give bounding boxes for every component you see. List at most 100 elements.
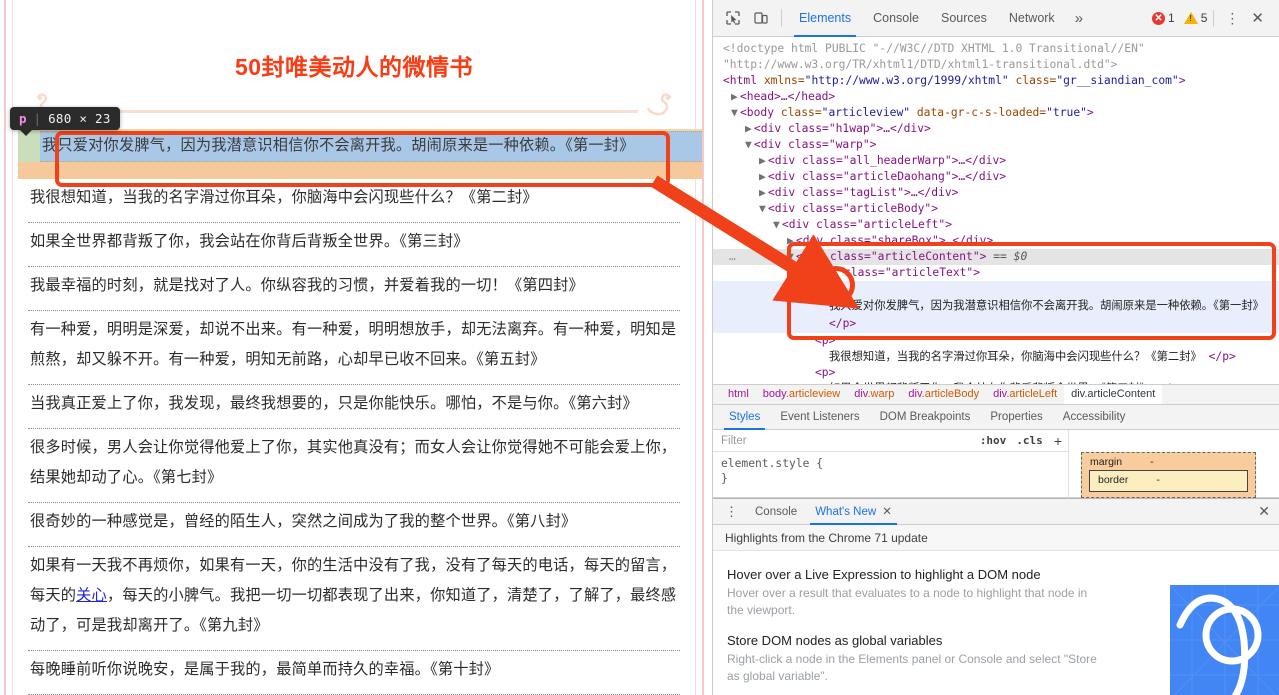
div-articlecontent-tag: <div class="articleContent"> <box>796 250 987 263</box>
p2-tag-close: </p> <box>1208 350 1236 363</box>
box-model-margin-value[interactable]: - <box>1150 456 1154 468</box>
error-count-badge[interactable]: ✕ 1 <box>1152 11 1175 25</box>
tab-elements[interactable]: Elements <box>788 0 862 37</box>
dom-node-body[interactable]: ▼ <body class="articleview" data-gr-c-s-l… <box>713 105 1279 121</box>
collapse-triangle-icon[interactable]: ▼ <box>731 105 740 121</box>
drawer-close-icon[interactable]: ✕ <box>1248 503 1279 520</box>
paragraph-text-after-link: ，每天的小脾气。我把一切一切都表现了出来，你知道了，清楚了，了解了，最终感动了，… <box>30 587 677 634</box>
drawer-kebab-menu-icon[interactable]: ⋮ <box>717 504 746 520</box>
box-model-border-value[interactable]: - <box>1156 474 1160 486</box>
dom-tree[interactable]: <!doctype html PUBLIC "-//W3C//DTD XHTML… <box>713 37 1279 384</box>
dom-node-sharebox[interactable]: ▶ <div class="shareBox">…</div> <box>713 233 1279 249</box>
expand-triangle-icon[interactable]: ▶ <box>745 121 754 137</box>
dom-node-p2-open[interactable]: <p> <box>713 333 1279 349</box>
tab-network[interactable]: Network <box>998 0 1066 37</box>
more-tabs-chevron-icon[interactable]: » <box>1066 10 1092 27</box>
expand-triangle-icon[interactable]: ▶ <box>787 233 796 249</box>
dom-node-warp[interactable]: ▼ <div class="warp"> <box>713 137 1279 153</box>
breadcrumb-item-html[interactable]: html <box>721 385 756 404</box>
whats-new-item: Store DOM nodes as global variables Righ… <box>727 631 1107 685</box>
chrome-71-illustration <box>1170 585 1279 695</box>
drawer-tab-console[interactable]: Console <box>746 499 806 525</box>
collapse-triangle-icon[interactable]: ▼ <box>745 137 754 153</box>
dom-node-articlebody[interactable]: ▼ <div class="articleBody"> <box>713 201 1279 217</box>
node-tag-name: p <box>19 111 27 126</box>
p2-tag-open: <p> <box>815 334 836 347</box>
breadcrumb-class: .articleBody <box>921 388 980 400</box>
p3-tag-open: <p> <box>815 366 836 379</box>
div-h1wap-tag: <div class="h1wap">…</div> <box>754 122 931 135</box>
drawer-tab-whats-new[interactable]: What's New ✕ <box>806 499 901 525</box>
box-model-border-label: border <box>1098 474 1129 486</box>
dom-node-articledaohang[interactable]: ▶ <div class="articleDaohang">…</div> <box>713 169 1279 185</box>
expand-triangle-icon[interactable]: ▶ <box>759 185 768 201</box>
whats-new-body: Right-click a node in the Elements panel… <box>727 652 1097 683</box>
cls-toggle-button[interactable]: .cls <box>1011 434 1048 447</box>
tab-styles[interactable]: Styles <box>719 405 770 430</box>
tab-dom-breakpoints[interactable]: DOM Breakpoints <box>870 405 981 430</box>
dom-node-p2-text[interactable]: 我很想知道，当我的名字滑过你耳朵，你脑海中会闪现些什么？《第二封》 </p> <box>713 349 1279 365</box>
expand-triangle-icon[interactable]: ▶ <box>731 89 740 105</box>
hov-toggle-button[interactable]: :hov <box>975 434 1012 447</box>
div-articleleft-tag: <div class="articleLeft"> <box>782 218 953 231</box>
breadcrumb-item-articleleft[interactable]: div.articleLeft <box>986 385 1064 404</box>
ornament-line <box>70 110 638 113</box>
article-text-body: 我很想知道，当我的名字滑过你耳朵，你脑海中会闪现些什么？《第二封》 如果全世界都… <box>28 179 680 695</box>
tab-sources[interactable]: Sources <box>930 0 998 37</box>
breadcrumb-item-articlecontent[interactable]: div.articleContent <box>1064 385 1163 404</box>
dom-doctype-line-2: "http://www.w3.org/TR/xhtml1/DTD/xhtml1-… <box>723 58 1118 71</box>
expand-triangle-icon[interactable]: ▶ <box>759 169 768 185</box>
tab-console[interactable]: Console <box>862 0 930 37</box>
dom-node-articleleft[interactable]: ▼ <div class="articleLeft"> <box>713 217 1279 233</box>
dom-node-all-headerwarp[interactable]: ▶ <div class="all_headerWarp">…</div> <box>713 153 1279 169</box>
collapse-triangle-icon[interactable]: ▼ <box>801 265 810 281</box>
collapse-triangle-icon[interactable]: ▼ <box>787 249 796 265</box>
tab-accessibility[interactable]: Accessibility <box>1053 405 1136 430</box>
page-decorative-frame: 50封唯美动人的微情书 我只爱对你发脾气，因为我潜意识相信你不会离开我。胡闹原来… <box>4 0 704 695</box>
device-toolbar-icon[interactable] <box>747 4 775 32</box>
dom-node-taglist[interactable]: ▶ <div class="tagList">…</div> <box>713 185 1279 201</box>
dom-node-articletext[interactable]: ▼ <div class="articleText"> <box>713 265 1279 281</box>
dom-node-p1-open[interactable]: <p> <box>713 281 1279 297</box>
dom-node-head[interactable]: ▶ <head>…</head> <box>713 89 1279 105</box>
devtools-drawer: ⋮ Console What's New ✕ ✕ Highlights from … <box>713 498 1279 695</box>
collapse-triangle-icon[interactable]: ▼ <box>759 201 768 217</box>
article-paragraph: 当我真正爱上了你，我发现，最终我想要的，只是你能快乐。哪怕，不是与你。《第六封》 <box>28 385 680 429</box>
html-class-value: "gr__siandian_com" <box>1056 74 1179 87</box>
div-sharebox-tag: <div class="shareBox">…</div> <box>796 234 994 247</box>
warning-count-badge[interactable]: 5 <box>1183 11 1207 25</box>
whats-new-heading: Store DOM nodes as global variables <box>727 633 943 648</box>
breadcrumb-item-articlebody[interactable]: div.articleBody <box>901 385 986 404</box>
styles-filter-input[interactable]: Filter <box>721 435 975 447</box>
ornament-spiral-right-icon <box>638 92 674 126</box>
dom-node-p1-text[interactable]: 我只爱对你发脾气，因为我潜意识相信你不会离开我。胡闹原来是一种依赖。《第一封》 … <box>713 297 1279 333</box>
whats-new-body: Hover over a result that evaluates to a … <box>727 586 1088 617</box>
ornament-divider <box>24 92 684 126</box>
dom-node-p3-open[interactable]: <p> <box>713 365 1279 381</box>
box-model-diagram[interactable]: margin - border - <box>1081 452 1256 498</box>
collapse-triangle-icon[interactable]: ▼ <box>773 217 782 233</box>
close-icon[interactable]: ✕ <box>1244 9 1271 27</box>
dom-node-h1wap[interactable]: ▶ <div class="h1wap">…</div> <box>713 121 1279 137</box>
tab-properties[interactable]: Properties <box>980 405 1052 430</box>
new-style-rule-button[interactable]: + <box>1048 433 1068 449</box>
breadcrumb-class: .articleLeft <box>1006 388 1058 400</box>
breadcrumb-item-body[interactable]: body.articleview <box>756 385 847 404</box>
html-tag-close: > <box>1178 74 1186 87</box>
article-paragraph: 每晚睡前听你说晚安，是属于我的，最简单而持久的幸福。《第十封》 <box>28 651 680 695</box>
dom-node-articlecontent[interactable]: … ▼ <div class="articleContent"> == $0 <box>713 249 1279 265</box>
inspect-cursor-icon[interactable] <box>719 4 747 32</box>
guanxin-link[interactable]: 关心 <box>76 587 107 604</box>
breadcrumb-tag: div <box>908 388 922 400</box>
breadcrumb-item-warp[interactable]: div.warp <box>847 385 901 404</box>
html-class-attr: class= <box>1015 74 1057 87</box>
dom-node-html[interactable]: <html xmlns="http://www.w3.org/1999/xhtm… <box>713 73 1279 89</box>
drawer-tab-close-icon[interactable]: ✕ <box>882 506 892 518</box>
kebab-menu-icon[interactable]: ⋮ <box>1220 10 1244 27</box>
page-title: 50封唯美动人的微情书 <box>234 54 474 80</box>
drawer-tab-label: What's New <box>815 505 877 518</box>
tab-event-listeners[interactable]: Event Listeners <box>770 405 869 430</box>
toolbar-divider <box>781 9 782 27</box>
expand-triangle-icon[interactable]: ▶ <box>759 153 768 169</box>
toolbar-divider-2 <box>1213 9 1215 27</box>
